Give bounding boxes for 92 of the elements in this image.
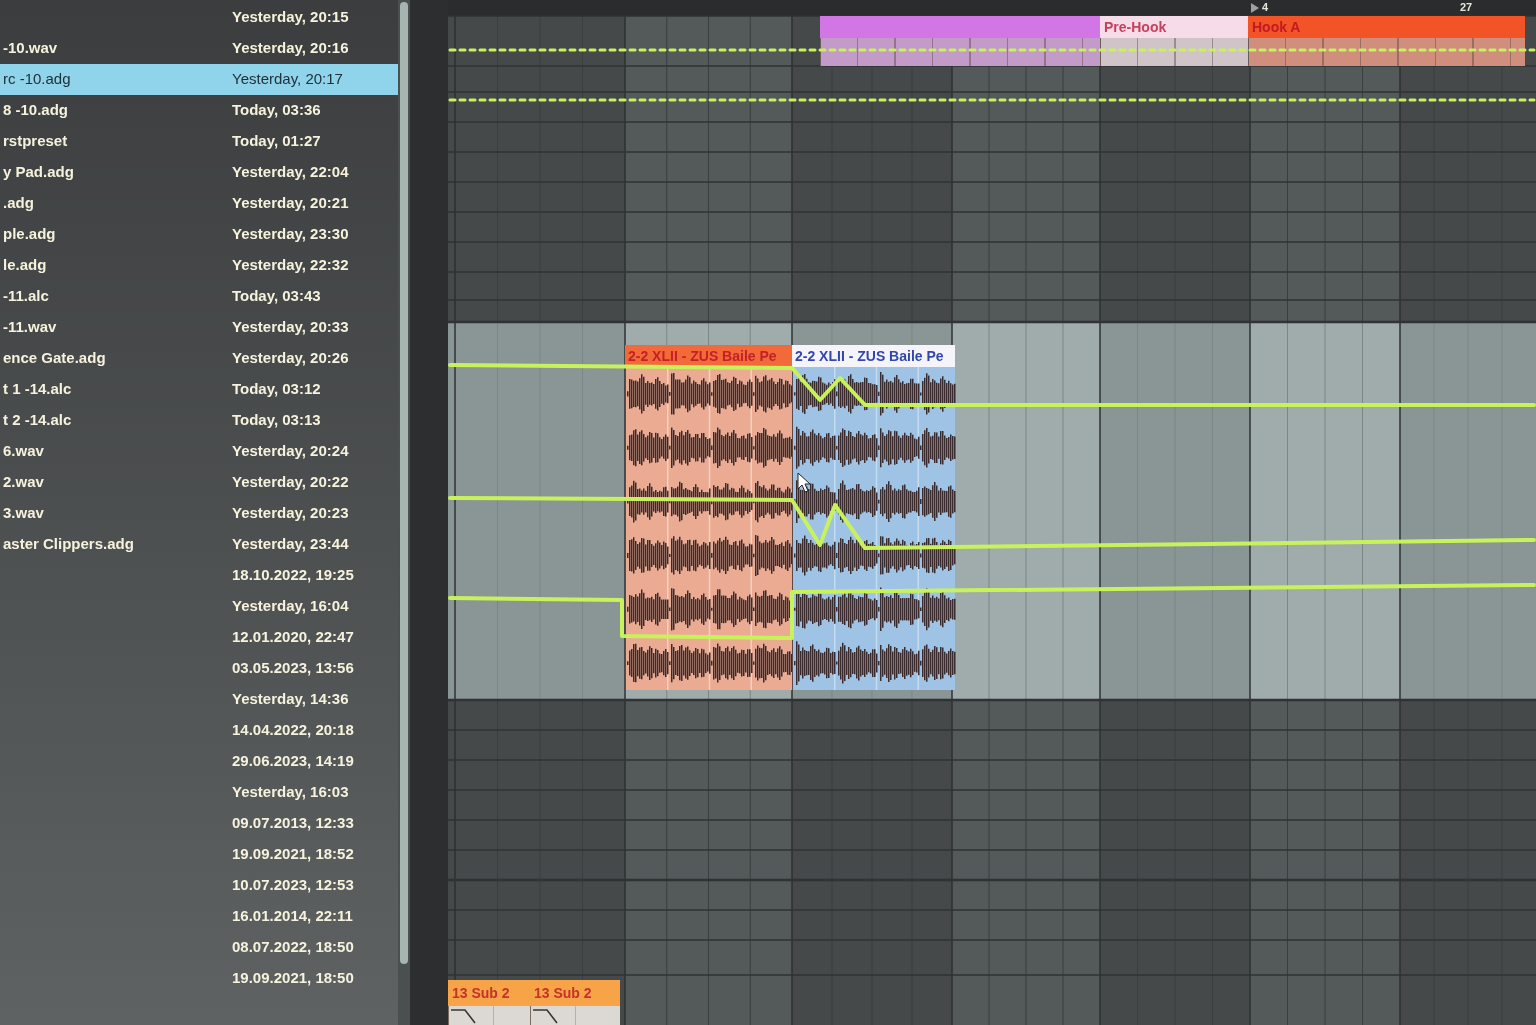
file-row[interactable]: -11.alc Today, 03:43 — [0, 281, 398, 312]
file-date: 12.01.2020, 22:47 — [232, 627, 354, 648]
file-row[interactable]: rc -10.adg Yesterday, 20:17 — [0, 64, 398, 95]
file-row[interactable]: t 1 -14.alc Today, 03:12 — [0, 374, 398, 405]
file-name: 8 -10.adg — [2, 100, 70, 121]
file-date: 03.05.2023, 13:56 — [232, 658, 354, 679]
file-date: Yesterday, 23:44 — [232, 534, 349, 555]
file-name: aster Clippers.adg — [2, 534, 135, 555]
file-date: 19.09.2021, 18:50 — [232, 968, 354, 989]
file-row[interactable]: -11.wav Yesterday, 20:33 — [0, 312, 398, 343]
clip-header[interactable] — [820, 16, 1100, 38]
file-date: Yesterday, 14:36 — [232, 689, 349, 710]
envelope-drawing — [451, 1007, 477, 1024]
file-row[interactable]: .adg Yesterday, 20:21 — [0, 188, 398, 219]
file-name: 2.wav — [2, 472, 45, 493]
file-row[interactable]: 10.07.2023, 12:53 — [0, 870, 398, 901]
file-date: Yesterday, 16:03 — [232, 782, 349, 803]
file-date: Yesterday, 20:21 — [232, 193, 349, 214]
file-row[interactable]: ence Gate.adg Yesterday, 20:26 — [0, 343, 398, 374]
file-row[interactable]: 19.09.2021, 18:52 — [0, 839, 398, 870]
file-date: Yesterday, 20:23 — [232, 503, 349, 524]
file-date: Yesterday, 20:22 — [232, 472, 349, 493]
file-row[interactable]: 2.wav Yesterday, 20:22 — [0, 467, 398, 498]
file-row[interactable]: le.adg Yesterday, 22:32 — [0, 250, 398, 281]
file-date: Today, 03:13 — [232, 410, 321, 431]
file-date: Yesterday, 20:16 — [232, 38, 349, 59]
file-row[interactable]: Yesterday, 16:04 — [0, 591, 398, 622]
file-name: 6.wav — [2, 441, 45, 462]
file-row[interactable]: 8 -10.adg Today, 03:36 — [0, 95, 398, 126]
file-date: Yesterday, 22:04 — [232, 162, 349, 183]
file-date: Today, 03:43 — [232, 286, 321, 307]
file-name: -11.alc — [2, 286, 50, 307]
file-date: Today, 01:27 — [232, 131, 321, 152]
file-date: 29.06.2023, 14:19 — [232, 751, 354, 772]
file-date: Yesterday, 23:30 — [232, 224, 349, 245]
file-row[interactable]: 03.05.2023, 13:56 — [0, 653, 398, 684]
file-date: 19.09.2021, 18:52 — [232, 844, 354, 865]
scrollbar-track[interactable] — [398, 0, 410, 1025]
file-date: 18.10.2022, 19:25 — [232, 565, 354, 586]
ruler-label: 27 — [1460, 1, 1473, 14]
file-row[interactable]: 19.09.2021, 18:50 — [0, 963, 398, 994]
file-name: ence Gate.adg — [2, 348, 107, 369]
file-name: 3.wav — [2, 503, 45, 524]
file-date: Yesterday, 20:26 — [232, 348, 349, 369]
envelope-drawing — [533, 1007, 559, 1024]
file-row[interactable]: -10.wav Yesterday, 20:16 — [0, 33, 398, 64]
file-date: Today, 03:12 — [232, 379, 321, 400]
marker-icon — [1251, 3, 1259, 13]
file-row[interactable]: 08.07.2022, 18:50 — [0, 932, 398, 963]
file-name: .adg — [2, 193, 35, 214]
file-row[interactable]: 09.07.2013, 12:33 — [0, 808, 398, 839]
file-row[interactable]: 14.04.2022, 20:18 — [0, 715, 398, 746]
file-date: 08.07.2022, 18:50 — [232, 937, 354, 958]
file-row[interactable]: 29.06.2023, 14:19 — [0, 746, 398, 777]
file-date: 14.04.2022, 20:18 — [232, 720, 354, 741]
file-name: rstpreset — [2, 131, 69, 152]
file-name: ple.adg — [2, 224, 57, 245]
ruler-label: 4 — [1262, 1, 1269, 14]
file-name: t 1 -14.alc — [2, 379, 73, 400]
file-row[interactable]: 16.01.2014, 22:11 — [0, 901, 398, 932]
file-row[interactable]: aster Clippers.adg Yesterday, 23:44 — [0, 529, 398, 560]
file-row[interactable]: y Pad.adg Yesterday, 22:04 — [0, 157, 398, 188]
file-date: Yesterday, 22:32 — [232, 255, 349, 276]
file-row[interactable]: Yesterday, 14:36 — [0, 684, 398, 715]
file-row[interactable]: t 2 -14.alc Today, 03:13 — [0, 405, 398, 436]
file-row[interactable]: 3.wav Yesterday, 20:23 — [0, 498, 398, 529]
file-row[interactable]: 18.10.2022, 19:25 — [0, 560, 398, 591]
file-name: t 2 -14.alc — [2, 410, 73, 431]
file-row[interactable]: Yesterday, 16:03 — [0, 777, 398, 808]
scrollbar-thumb[interactable] — [400, 2, 408, 964]
file-row[interactable]: Yesterday, 20:15 — [0, 2, 398, 33]
file-name: rc -10.adg — [2, 69, 72, 90]
mouse-pointer-icon — [797, 472, 811, 493]
file-name: y Pad.adg — [2, 162, 75, 183]
file-row[interactable]: 6.wav Yesterday, 20:24 — [0, 436, 398, 467]
file-date: Today, 03:36 — [232, 100, 321, 121]
file-row[interactable]: 12.01.2020, 22:47 — [0, 622, 398, 653]
file-name: -10.wav — [2, 38, 59, 59]
file-row[interactable]: ple.adg Yesterday, 23:30 — [0, 219, 398, 250]
file-date: Yesterday, 20:33 — [232, 317, 349, 338]
clip-title[interactable]: 2-2 XLII - ZUS Baile Pe — [792, 345, 955, 367]
file-date: Yesterday, 20:15 — [232, 7, 349, 28]
file-date: Yesterday, 20:24 — [232, 441, 349, 462]
file-date: 16.01.2014, 22:11 — [232, 906, 353, 927]
file-date: 09.07.2013, 12:33 — [232, 813, 354, 834]
file-date: Yesterday, 16:04 — [232, 596, 349, 617]
file-name: le.adg — [2, 255, 48, 276]
file-date: Yesterday, 20:17 — [232, 69, 343, 90]
file-name: -11.wav — [2, 317, 58, 338]
file-date: 10.07.2023, 12:53 — [232, 875, 354, 896]
file-row[interactable]: rstpreset Today, 01:27 — [0, 126, 398, 157]
clip-title[interactable]: Pre-Hook — [1100, 16, 1248, 38]
